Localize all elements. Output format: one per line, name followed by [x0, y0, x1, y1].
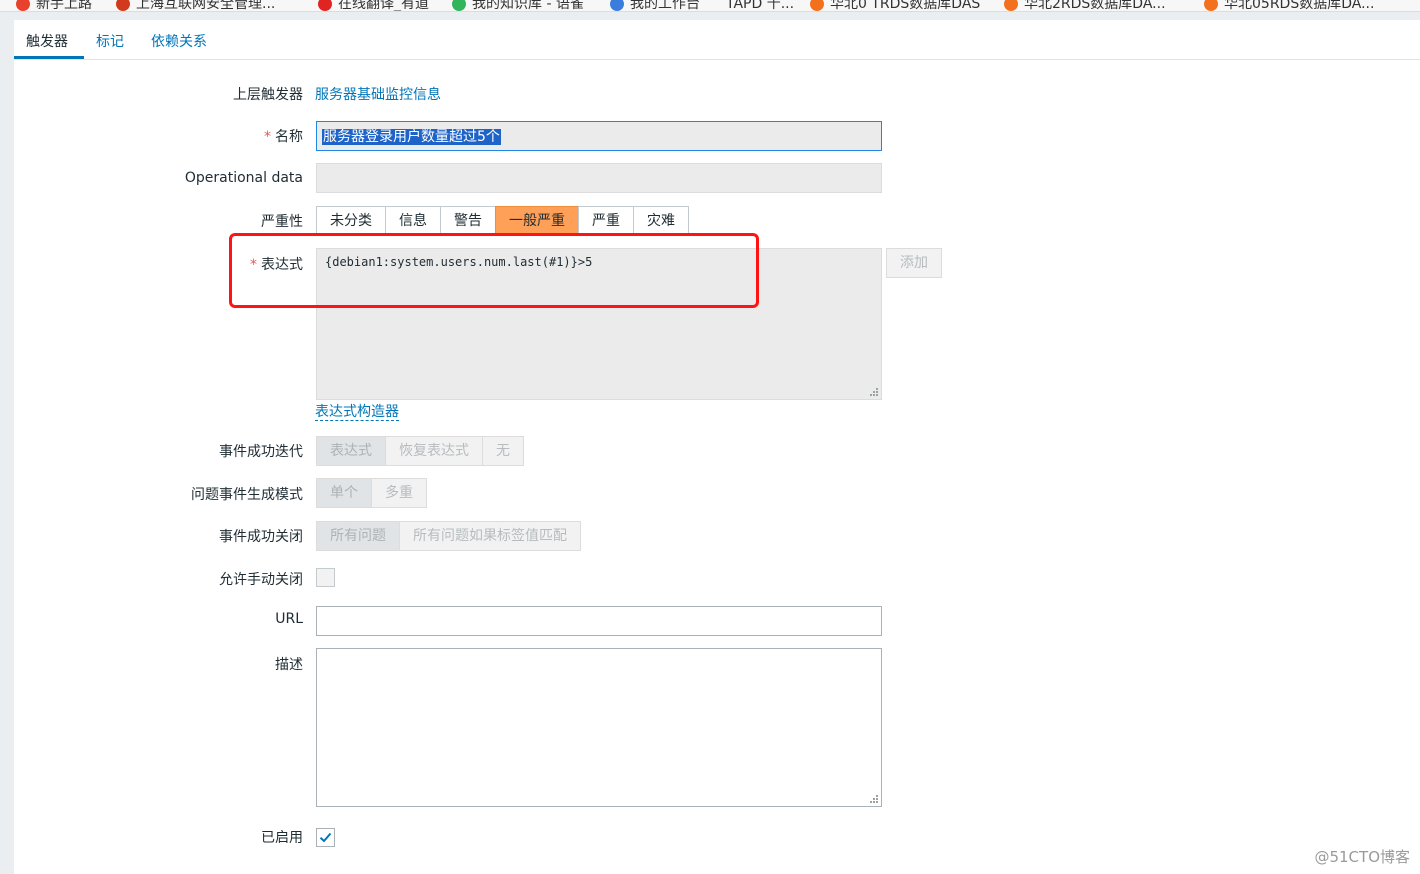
ok-event-generation-label: 事件成功迭代 — [219, 444, 303, 460]
ok-event-none-option[interactable]: 无 — [482, 436, 524, 466]
tab-bar: 触发器 标记 依赖关系 — [14, 20, 1420, 60]
resize-handle-icon[interactable] — [869, 794, 879, 804]
expression-label: * 表达式 — [250, 257, 303, 273]
severity-average[interactable]: 一般严重 — [495, 206, 579, 236]
name-label: * 名称 — [264, 129, 303, 145]
severity-information[interactable]: 信息 — [385, 206, 441, 236]
mode-single-option[interactable]: 单个 — [316, 478, 372, 508]
aliyun-icon — [810, 0, 824, 11]
url-label: URL — [275, 611, 303, 627]
tab-trigger[interactable]: 触发器 — [26, 31, 68, 51]
ok-event-generation-selector: 表达式 恢复表达式 无 — [316, 436, 524, 466]
severity-high[interactable]: 严重 — [578, 206, 634, 236]
bookmark-item[interactable]: 我的知识库 - 语雀 — [452, 0, 584, 11]
yuque-icon — [452, 0, 466, 11]
watermark: @51CTO博客 — [1314, 848, 1410, 866]
problem-event-mode-selector: 单个 多重 — [316, 478, 427, 508]
add-expression-button[interactable]: 添加 — [886, 248, 942, 278]
tab-tags[interactable]: 标记 — [96, 31, 124, 51]
enabled-label: 已启用 — [261, 830, 303, 846]
tab-dependencies[interactable]: 依赖关系 — [151, 31, 207, 51]
youdao-icon — [318, 0, 332, 11]
enabled-checkbox[interactable] — [316, 828, 335, 847]
aliyun-icon — [1004, 0, 1018, 11]
required-marker: * — [264, 129, 271, 145]
expression-builder-link[interactable]: 表达式构造器 — [315, 404, 399, 421]
ok-event-closes-label: 事件成功关闭 — [219, 529, 303, 545]
aliyun-icon — [1204, 0, 1218, 11]
description-label: 描述 — [275, 657, 303, 673]
close-all-problems-option[interactable]: 所有问题 — [316, 521, 400, 551]
mode-multiple-option[interactable]: 多重 — [371, 478, 427, 508]
bookmark-item[interactable]: 华北2RDS数据库DA... — [1004, 0, 1166, 11]
bookmark-item[interactable]: 我的工作台 — [610, 0, 700, 11]
emblem-icon — [116, 0, 130, 11]
close-tag-match-option[interactable]: 所有问题如果标签值匹配 — [399, 521, 581, 551]
ok-event-expression-option[interactable]: 表达式 — [316, 436, 386, 466]
red-circle-icon — [16, 0, 30, 11]
trigger-form-panel: 触发器 标记 依赖关系 上层触发器 服务器基础监控信息 * 名称 服务器登录用户数… — [14, 20, 1420, 874]
severity-not-classified[interactable]: 未分类 — [316, 206, 386, 236]
bookmark-item[interactable]: TAPD 千... — [726, 0, 794, 11]
bookmark-item[interactable]: 上海互联网安全管理... — [116, 0, 275, 11]
manual-close-checkbox[interactable] — [316, 568, 335, 587]
severity-disaster[interactable]: 灾难 — [633, 206, 689, 236]
checkmark-icon — [319, 832, 332, 843]
severity-warning[interactable]: 警告 — [440, 206, 496, 236]
bookmark-item[interactable]: 新手上路 — [16, 0, 92, 11]
workbench-icon — [610, 0, 624, 11]
expression-textarea[interactable]: {debian1:system.users.num.last(#1)}>5 — [316, 248, 882, 400]
name-input[interactable]: 服务器登录用户数量超过5个 — [316, 121, 882, 151]
manual-close-label: 允许手动关闭 — [219, 572, 303, 588]
operational-data-label: Operational data — [184, 170, 303, 186]
problem-event-mode-label: 问题事件生成模式 — [191, 487, 303, 503]
bookmarks-bar: 新手上路 上海互联网安全管理... 在线翻译_有道 我的知识库 - 语雀 我的工… — [0, 0, 1420, 12]
parent-trigger-label: 上层触发器 — [233, 87, 303, 103]
operational-data-input[interactable] — [316, 163, 882, 193]
parent-trigger-link[interactable]: 服务器基础监控信息 — [315, 84, 441, 104]
severity-label: 严重性 — [261, 214, 303, 230]
bookmark-item[interactable]: 在线翻译_有道 — [318, 0, 429, 11]
ok-event-closes-selector: 所有问题 所有问题如果标签值匹配 — [316, 521, 581, 551]
bookmark-item[interactable]: 华北05RDS数据库DA... — [1204, 0, 1374, 11]
resize-handle-icon[interactable] — [869, 387, 879, 397]
required-marker: * — [250, 257, 257, 273]
bookmark-item[interactable]: 华北0 TRDS数据库DAS — [810, 0, 980, 11]
ok-event-recovery-option[interactable]: 恢复表达式 — [385, 436, 483, 466]
severity-selector: 未分类 信息 警告 一般严重 严重 灾难 — [316, 206, 689, 236]
description-textarea[interactable] — [316, 648, 882, 807]
url-input[interactable] — [316, 606, 882, 636]
active-tab-indicator — [14, 56, 84, 59]
